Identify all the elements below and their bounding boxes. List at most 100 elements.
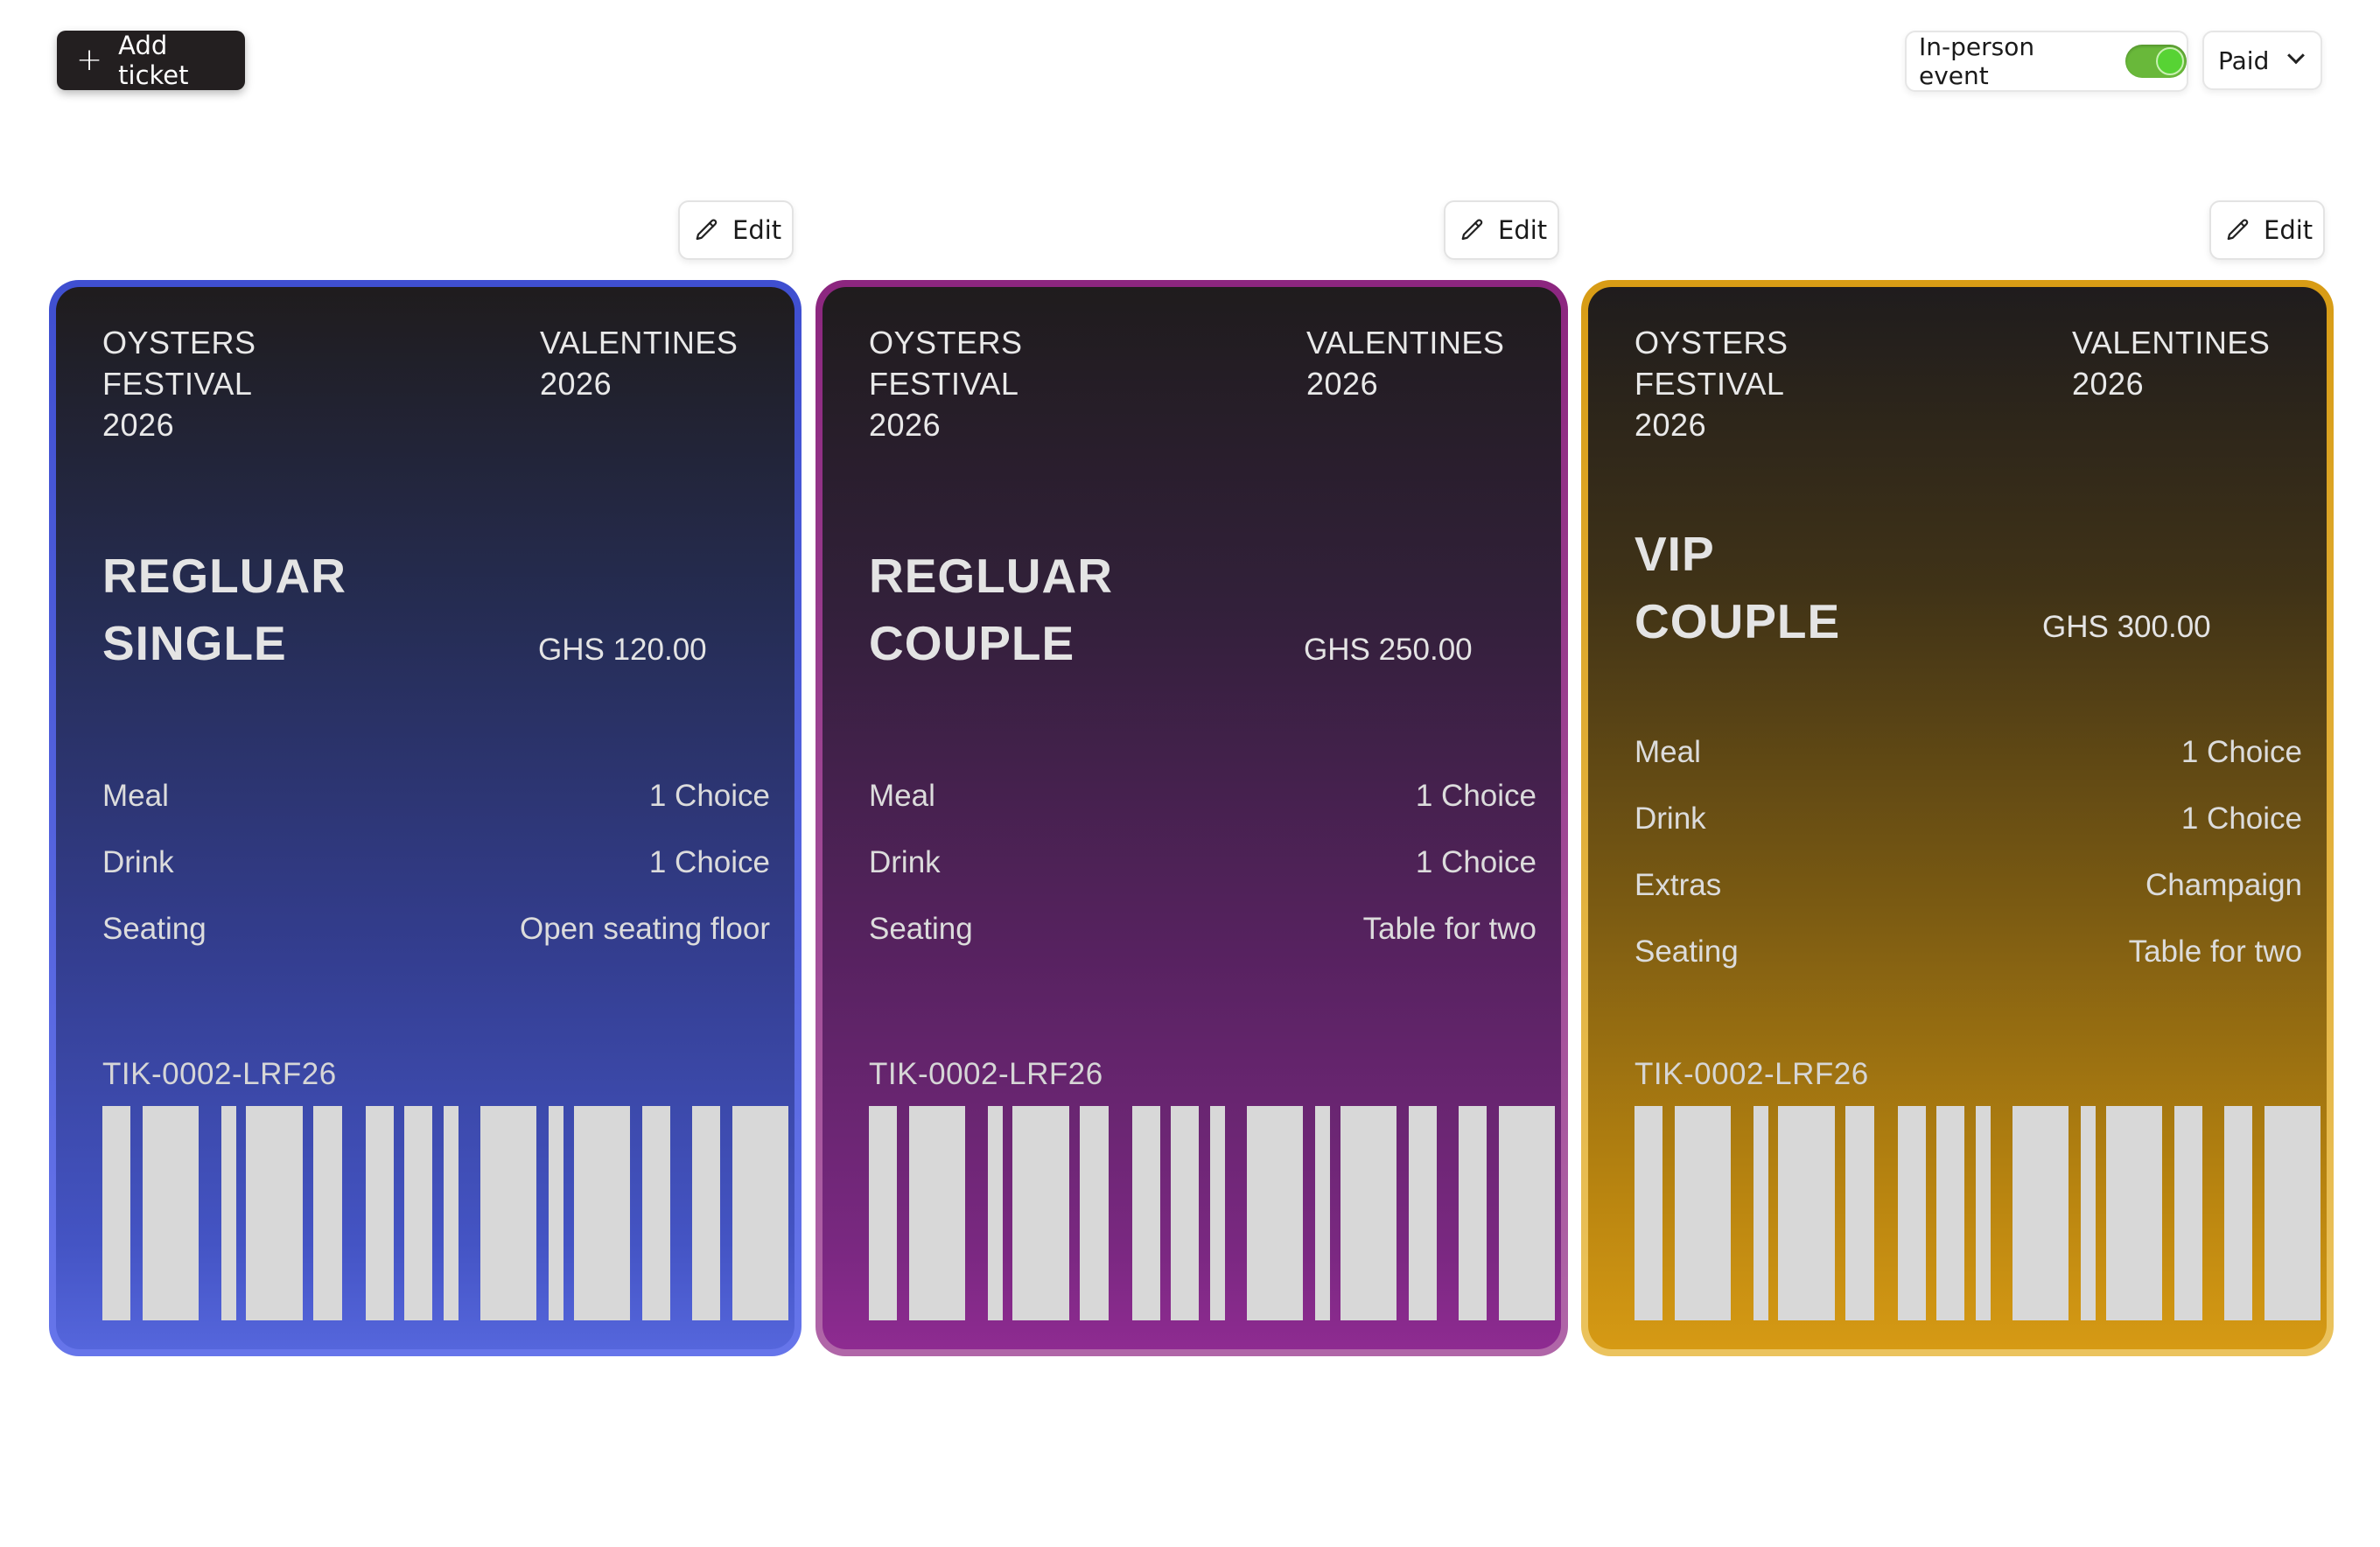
barcode-bar [1936, 1106, 1964, 1320]
barcode-bar [480, 1106, 536, 1320]
barcode-bar [404, 1106, 432, 1320]
in-person-event-toggle[interactable]: In-person event [1905, 31, 2188, 92]
barcode-bar [1210, 1106, 1225, 1320]
detail-value: 1 Choice [1415, 845, 1536, 879]
toggle-knob [2156, 47, 2184, 75]
detail-row: Meal 1 Choice [1634, 719, 2302, 786]
event-occasion-line: 2026 [2072, 366, 2145, 402]
barcode-bar [1340, 1106, 1396, 1320]
event-occasion-line: VALENTINES [2072, 325, 2271, 360]
barcode-bar [1634, 1106, 1662, 1320]
ticket-details: Meal 1 Choice Drink 1 Choice Extras Champai… [1634, 719, 2302, 985]
toggle-switch[interactable] [2125, 45, 2187, 78]
barcode-bar [909, 1106, 965, 1320]
barcode-bar [2081, 1106, 2096, 1320]
barcode-bar [869, 1106, 897, 1320]
ticket-card-body: OYSTERS FESTIVAL 2026 VALENTINES 2026 VI… [1588, 287, 2327, 1349]
event-name-line: 2026 [102, 407, 175, 443]
barcode-bar [1315, 1106, 1330, 1320]
ticket-tier-line: COUPLE [1634, 594, 1841, 648]
pricing-dropdown[interactable]: Paid [2202, 31, 2322, 90]
barcode-bar [692, 1106, 720, 1320]
edit-ticket-button[interactable]: Edit [1444, 200, 1559, 260]
barcode-bar [549, 1106, 564, 1320]
barcode-bar [444, 1106, 458, 1320]
detail-label: Drink [102, 845, 174, 879]
barcode-bar [2224, 1106, 2252, 1320]
ticket-tier-line: VIP [1634, 527, 1715, 581]
detail-label: Drink [1634, 802, 1706, 836]
barcode-bar [1845, 1106, 1874, 1320]
barcode-bar [2106, 1106, 2162, 1320]
barcode-bar [1012, 1106, 1069, 1320]
barcode-bar [1675, 1106, 1731, 1320]
detail-value: 1 Choice [2180, 802, 2302, 836]
barcode-bar [1171, 1106, 1199, 1320]
barcode-bar [1499, 1106, 1555, 1320]
event-occasion-line: VALENTINES [1306, 325, 1505, 360]
ticket-card-body: OYSTERS FESTIVAL 2026 VALENTINES 2026 RE… [822, 287, 1561, 1349]
plus-icon: + [76, 42, 103, 78]
event-name-line: OYSTERS [869, 325, 1023, 360]
add-ticket-button[interactable]: + Add ticket [57, 31, 245, 90]
event-occasion-line: VALENTINES [540, 325, 738, 360]
ticket-tier: VIP COUPLE [1634, 521, 2002, 655]
detail-row: Meal 1 Choice [869, 763, 1536, 830]
edit-label: Edit [732, 215, 782, 245]
detail-row: Seating Table for two [1634, 919, 2302, 985]
detail-row: Drink 1 Choice [102, 830, 770, 896]
pencil-icon [696, 219, 718, 241]
event-name: OYSTERS FESTIVAL 2026 [1634, 322, 1836, 445]
barcode-bar [732, 1106, 788, 1320]
barcode-bar [313, 1106, 342, 1320]
detail-row: Extras Champaign [1634, 852, 2302, 919]
barcode-bar [1409, 1106, 1437, 1320]
detail-value: 1 Choice [2180, 735, 2302, 769]
detail-label: Seating [869, 912, 973, 946]
barcode-bar [102, 1106, 130, 1320]
ticket-tier-line: SINGLE [102, 616, 287, 670]
barcode-bar [1132, 1106, 1160, 1320]
edit-label: Edit [1498, 215, 1548, 245]
detail-label: Seating [102, 912, 206, 946]
detail-value: Table for two [2128, 934, 2302, 969]
event-name-line: OYSTERS [102, 325, 256, 360]
detail-value: 1 Choice [648, 845, 770, 879]
barcode-bar [366, 1106, 394, 1320]
event-name-line: FESTIVAL [102, 366, 253, 402]
detail-row: Seating Open seating floor [102, 896, 770, 962]
barcode-bar [1778, 1106, 1835, 1320]
barcode-bar [1459, 1106, 1487, 1320]
event-occasion: VALENTINES 2026 [1306, 322, 1525, 404]
event-name-line: 2026 [1634, 407, 1707, 443]
barcode-bar [642, 1106, 670, 1320]
barcode-bar [2012, 1106, 2068, 1320]
ticket-code: TIK-0002-LRF26 [1634, 1057, 1869, 1091]
ticket-card: OYSTERS FESTIVAL 2026 VALENTINES 2026 RE… [816, 280, 1568, 1356]
detail-row: Seating Table for two [869, 896, 1536, 962]
barcode-bar [988, 1106, 1003, 1320]
chevron-down-icon [2287, 46, 2306, 65]
barcode-bar [2264, 1106, 2320, 1320]
ticket-tier-line: REGLUAR [869, 549, 1113, 603]
ticket-tier: REGLUAR SINGLE [102, 542, 470, 677]
edit-ticket-button[interactable]: Edit [2209, 200, 2325, 260]
detail-label: Drink [869, 845, 941, 879]
detail-label: Meal [102, 779, 169, 813]
detail-value: Open seating floor [519, 912, 770, 946]
barcode-bar [1898, 1106, 1926, 1320]
detail-label: Meal [1634, 735, 1701, 769]
ticket-code: TIK-0002-LRF26 [102, 1057, 337, 1091]
ticket-tier: REGLUAR COUPLE [869, 542, 1236, 677]
barcode-bar [1754, 1106, 1768, 1320]
ticket-code: TIK-0002-LRF26 [869, 1057, 1103, 1091]
detail-row: Drink 1 Choice [869, 830, 1536, 896]
edit-ticket-button[interactable]: Edit [678, 200, 794, 260]
detail-row: Drink 1 Choice [1634, 786, 2302, 852]
event-occasion: VALENTINES 2026 [540, 322, 759, 404]
barcode-bar [2174, 1106, 2202, 1320]
ticket-price: GHS 250.00 [1304, 633, 1473, 667]
edit-label: Edit [2264, 215, 2314, 245]
barcode-bar [574, 1106, 630, 1320]
barcode [1634, 1106, 2320, 1320]
